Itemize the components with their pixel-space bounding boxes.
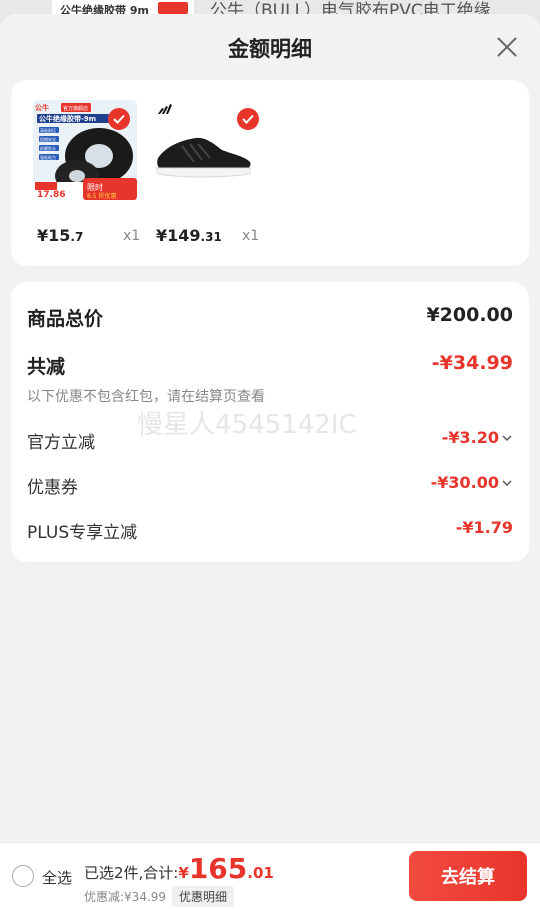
image-promo: 限时: [87, 182, 103, 192]
product-price-main: ¥149: [156, 226, 201, 245]
background-badge: [158, 2, 188, 14]
checkout-button[interactable]: 去结算: [409, 851, 527, 901]
discount-note: 以下优惠不包含红包，请在结算页查看: [27, 389, 265, 405]
total-reduce-value: -¥34.99: [431, 352, 513, 374]
image-feature: 耐磨防水: [40, 145, 56, 151]
goods-total-label: 商品总价: [27, 308, 104, 330]
image-feature: 强粘粘力: [40, 154, 56, 160]
discount-detail-button[interactable]: 优惠明细: [172, 886, 235, 907]
selected-count-text: 已选2件,合计:: [84, 864, 179, 882]
image-promo-2: 8.5 折优惠: [87, 192, 116, 200]
product-qty: x1: [242, 228, 260, 244]
select-all-label[interactable]: 全选: [42, 867, 72, 888]
close-icon: [497, 37, 517, 57]
discount-amount: -¥1.79: [455, 518, 513, 537]
amount-summary-card: 商品总价 ¥200.00 共减 -¥34.99 以下优惠不包含红包，请在结算页查…: [11, 282, 529, 562]
image-title: 公牛绝缘胶带-9m: [39, 114, 96, 123]
product-qty: x1: [123, 228, 141, 244]
checkout-bar: 全选 已选2件,合计: ¥ 165 .01 优惠减:¥34.99 优惠明细 去结…: [0, 842, 540, 909]
chevron-down-icon: [502, 480, 512, 486]
discount-label: 官方立减: [27, 433, 95, 453]
image-brand: 公牛: [35, 103, 49, 112]
discount-amount: -¥3.20: [441, 428, 499, 447]
product-price-decimal: .7: [70, 230, 84, 244]
select-all-radio[interactable]: [12, 865, 34, 887]
discount-value: -¥3.20: [442, 428, 513, 447]
currency-symbol: ¥: [178, 864, 189, 882]
product-price-decimal: .31: [200, 230, 222, 244]
image-price: 17.86: [37, 190, 65, 200]
total-amount-integer: 165: [188, 852, 248, 885]
check-icon: [113, 114, 125, 124]
total-amount-decimal: .01: [247, 864, 274, 882]
discount-label: 优惠券: [27, 478, 78, 498]
discount-summary-text: 优惠减:¥34.99: [84, 890, 167, 904]
close-button[interactable]: [494, 34, 520, 60]
discount-value: -¥1.79: [456, 518, 513, 537]
discount-label: PLUS专享立减: [27, 523, 138, 543]
total-reduce-label: 共减: [27, 356, 66, 378]
products-card: 17.86 限时 8.5 折优惠 公牛 官方旗舰店 公牛绝缘胶带-9m 高粘耐压…: [11, 80, 529, 266]
image-feature: 高粘耐压: [40, 127, 56, 133]
discount-value: -¥30.00: [431, 473, 513, 492]
image-flag: 官方旗舰店: [63, 105, 88, 112]
product-selected-check[interactable]: [237, 108, 259, 130]
discount-summary: 优惠减:¥34.99 优惠明细: [84, 886, 235, 907]
product-price: ¥149.31: [156, 226, 222, 245]
check-icon: [242, 114, 254, 124]
sheet-header: 金额明细: [0, 14, 540, 80]
goods-total-value: ¥200.00: [426, 304, 513, 326]
discount-amount: -¥30.00: [430, 473, 499, 492]
chevron-down-icon: [502, 435, 512, 441]
product-price: ¥15.7: [37, 226, 83, 245]
product-price-main: ¥15: [37, 226, 71, 245]
selected-summary: 已选2件,合计: ¥ 165 .01: [84, 855, 274, 883]
adidas-logo-icon: [158, 104, 172, 114]
amount-detail-sheet: 金额明细 17.86 限时 8.5 折优惠 公牛 官方旗舰店 公牛绝缘胶带-9m…: [0, 14, 540, 909]
image-feature: 阻燃安全: [40, 136, 56, 142]
sheet-title: 金额明细: [228, 37, 312, 61]
product-selected-check[interactable]: [108, 108, 130, 130]
